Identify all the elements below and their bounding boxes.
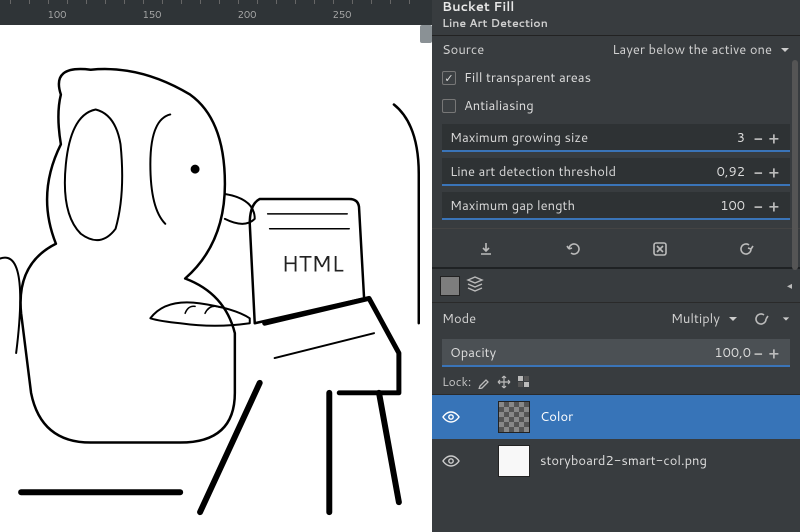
chevron-down-icon xyxy=(780,45,790,55)
increase-icon[interactable]: + xyxy=(766,162,782,183)
save-preset-icon[interactable] xyxy=(474,237,498,261)
canvas-scrollbar-thumb[interactable] xyxy=(420,25,432,43)
antialiasing-row[interactable]: Antialiasing xyxy=(432,92,800,120)
mode-row[interactable]: Mode Multiply xyxy=(432,303,800,335)
max-grow-field[interactable]: Maximum growing size 3 − + xyxy=(442,124,790,152)
fill-transparent-checkbox[interactable] xyxy=(442,71,456,85)
threshold-field[interactable]: Line art detection threshold 0,92 − + xyxy=(442,158,790,186)
layer-thumbnail xyxy=(498,445,530,477)
mode-switch-icon[interactable] xyxy=(750,307,774,331)
panel-scrollbar[interactable] xyxy=(792,60,798,270)
antialiasing-label: Antialiasing xyxy=(464,97,534,115)
lock-alpha-icon[interactable] xyxy=(517,375,531,389)
layers-header: ◂ xyxy=(432,269,800,303)
layers-icon[interactable] xyxy=(466,274,484,297)
laptop-screen-text: HTML xyxy=(282,249,344,280)
undo-icon[interactable] xyxy=(561,237,585,261)
section-line-art: Line Art Detection xyxy=(432,15,800,36)
right-panels: Bucket Fill Line Art Detection Source La… xyxy=(432,0,800,532)
lock-row: Lock: xyxy=(432,369,800,395)
layer-row[interactable]: Color xyxy=(432,395,800,439)
source-row[interactable]: Source Layer below the active one xyxy=(432,36,800,64)
max-gap-field[interactable]: Maximum gap length 100 − + xyxy=(442,192,790,220)
layer-name[interactable]: Color xyxy=(540,408,573,426)
delete-icon[interactable] xyxy=(648,237,672,261)
chevron-down-icon xyxy=(782,314,790,324)
lock-brush-icon[interactable] xyxy=(477,375,491,389)
increase-icon[interactable]: + xyxy=(766,196,782,217)
increase-icon[interactable]: + xyxy=(766,128,782,149)
canvas-area[interactable]: 100 150 200 250 xyxy=(0,0,432,532)
source-label: Source xyxy=(442,41,484,59)
color-swatch[interactable] xyxy=(440,276,460,296)
panel-menu-icon[interactable]: ◂ xyxy=(787,279,792,293)
opacity-field[interactable]: Opacity 100,0 − + xyxy=(442,339,790,367)
chevron-down-icon xyxy=(728,314,738,324)
decrease-icon[interactable]: − xyxy=(751,128,766,149)
source-value: Layer below the active one xyxy=(612,41,772,59)
decrease-icon[interactable]: − xyxy=(751,343,766,364)
layer-thumbnail xyxy=(498,401,530,433)
increase-icon[interactable]: + xyxy=(766,343,782,364)
decrease-icon[interactable]: − xyxy=(751,162,766,183)
layer-name[interactable]: storyboard2-smart-col.png xyxy=(540,452,707,470)
visibility-icon[interactable] xyxy=(442,408,460,426)
antialiasing-checkbox[interactable] xyxy=(442,99,456,113)
decrease-icon[interactable]: − xyxy=(751,196,766,217)
visibility-icon[interactable] xyxy=(442,452,460,470)
horizontal-ruler: 100 150 200 250 xyxy=(0,0,432,25)
fill-transparent-label: Fill transparent areas xyxy=(464,69,591,87)
canvas-sketch[interactable]: HTML xyxy=(0,25,420,532)
fill-transparent-row[interactable]: Fill transparent areas xyxy=(432,64,800,92)
tool-actions xyxy=(432,228,800,267)
reset-icon[interactable] xyxy=(735,237,759,261)
tool-title: Bucket Fill xyxy=(432,0,800,15)
layer-row[interactable]: storyboard2-smart-col.png xyxy=(432,439,800,483)
lock-move-icon[interactable] xyxy=(497,375,511,389)
